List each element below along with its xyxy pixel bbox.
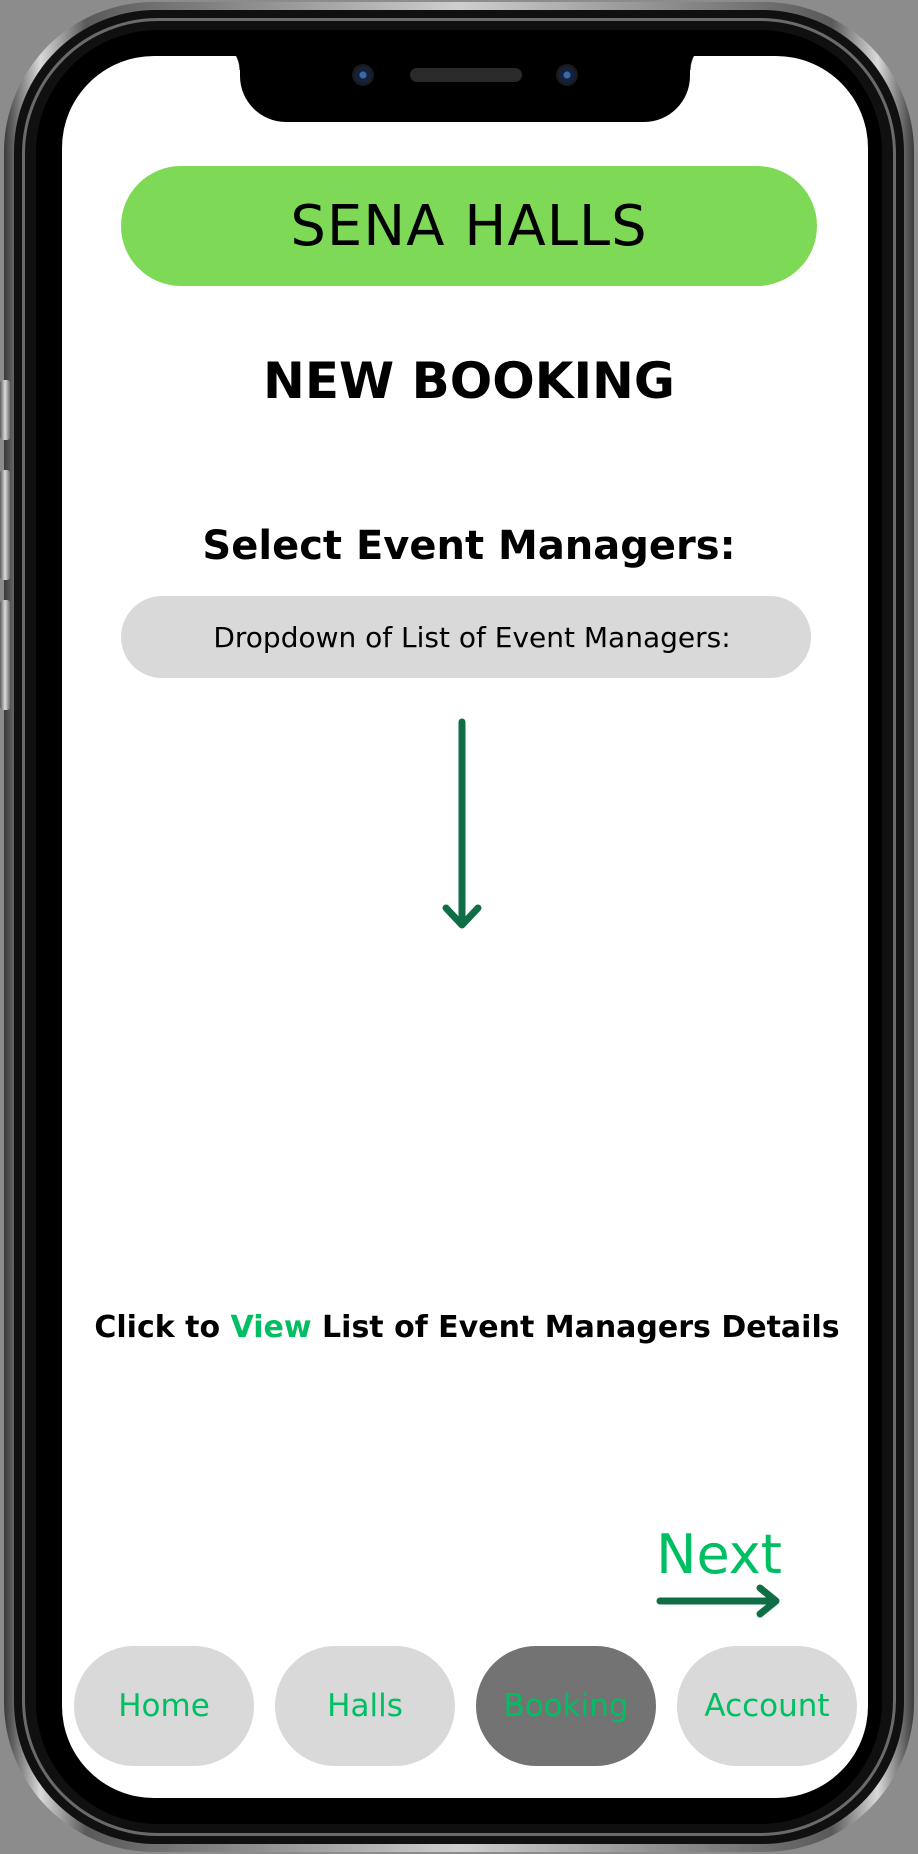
speaker-grille (410, 68, 522, 82)
brand-title: SENA HALLS (290, 193, 648, 259)
phone-notch (210, 40, 720, 122)
arrow-right-icon[interactable] (656, 1584, 782, 1618)
nav-booking[interactable]: Booking (476, 1646, 656, 1766)
view-details-prompt: Click to View List of Event Managers Det… (70, 1300, 864, 1356)
nav-home[interactable]: Home (74, 1646, 254, 1766)
nav-home-label: Home (118, 1688, 210, 1724)
next-button[interactable]: Next (644, 1520, 794, 1590)
event-managers-dropdown[interactable]: Dropdown of List of Event Managers: (121, 596, 811, 678)
dropdown-placeholder: Dropdown of List of Event Managers: (213, 620, 731, 654)
nav-account[interactable]: Account (677, 1646, 857, 1766)
nav-account-label: Account (704, 1688, 830, 1724)
view-details-link[interactable]: View (231, 1310, 312, 1345)
brand-header: SENA HALLS (121, 166, 817, 286)
nav-booking-label: Booking (503, 1688, 629, 1724)
nav-halls-label: Halls (327, 1688, 403, 1724)
view-prompt-suffix: List of Event Managers Details (311, 1310, 840, 1345)
nav-halls[interactable]: Halls (275, 1646, 455, 1766)
view-prompt-prefix: Click to (94, 1310, 231, 1345)
device-mockup: SENA HALLS NEW BOOKING Select Event Mana… (0, 0, 918, 1854)
event-managers-label: Select Event Managers: (202, 523, 736, 569)
page-title: NEW BOOKING (263, 352, 675, 410)
phone-volume-up-button (0, 470, 10, 580)
phone-volume-down-button (0, 600, 10, 710)
phone-side-button (0, 380, 10, 440)
arrow-down-icon (442, 718, 482, 929)
sensor-icon (556, 64, 578, 86)
front-camera-icon (352, 64, 374, 86)
